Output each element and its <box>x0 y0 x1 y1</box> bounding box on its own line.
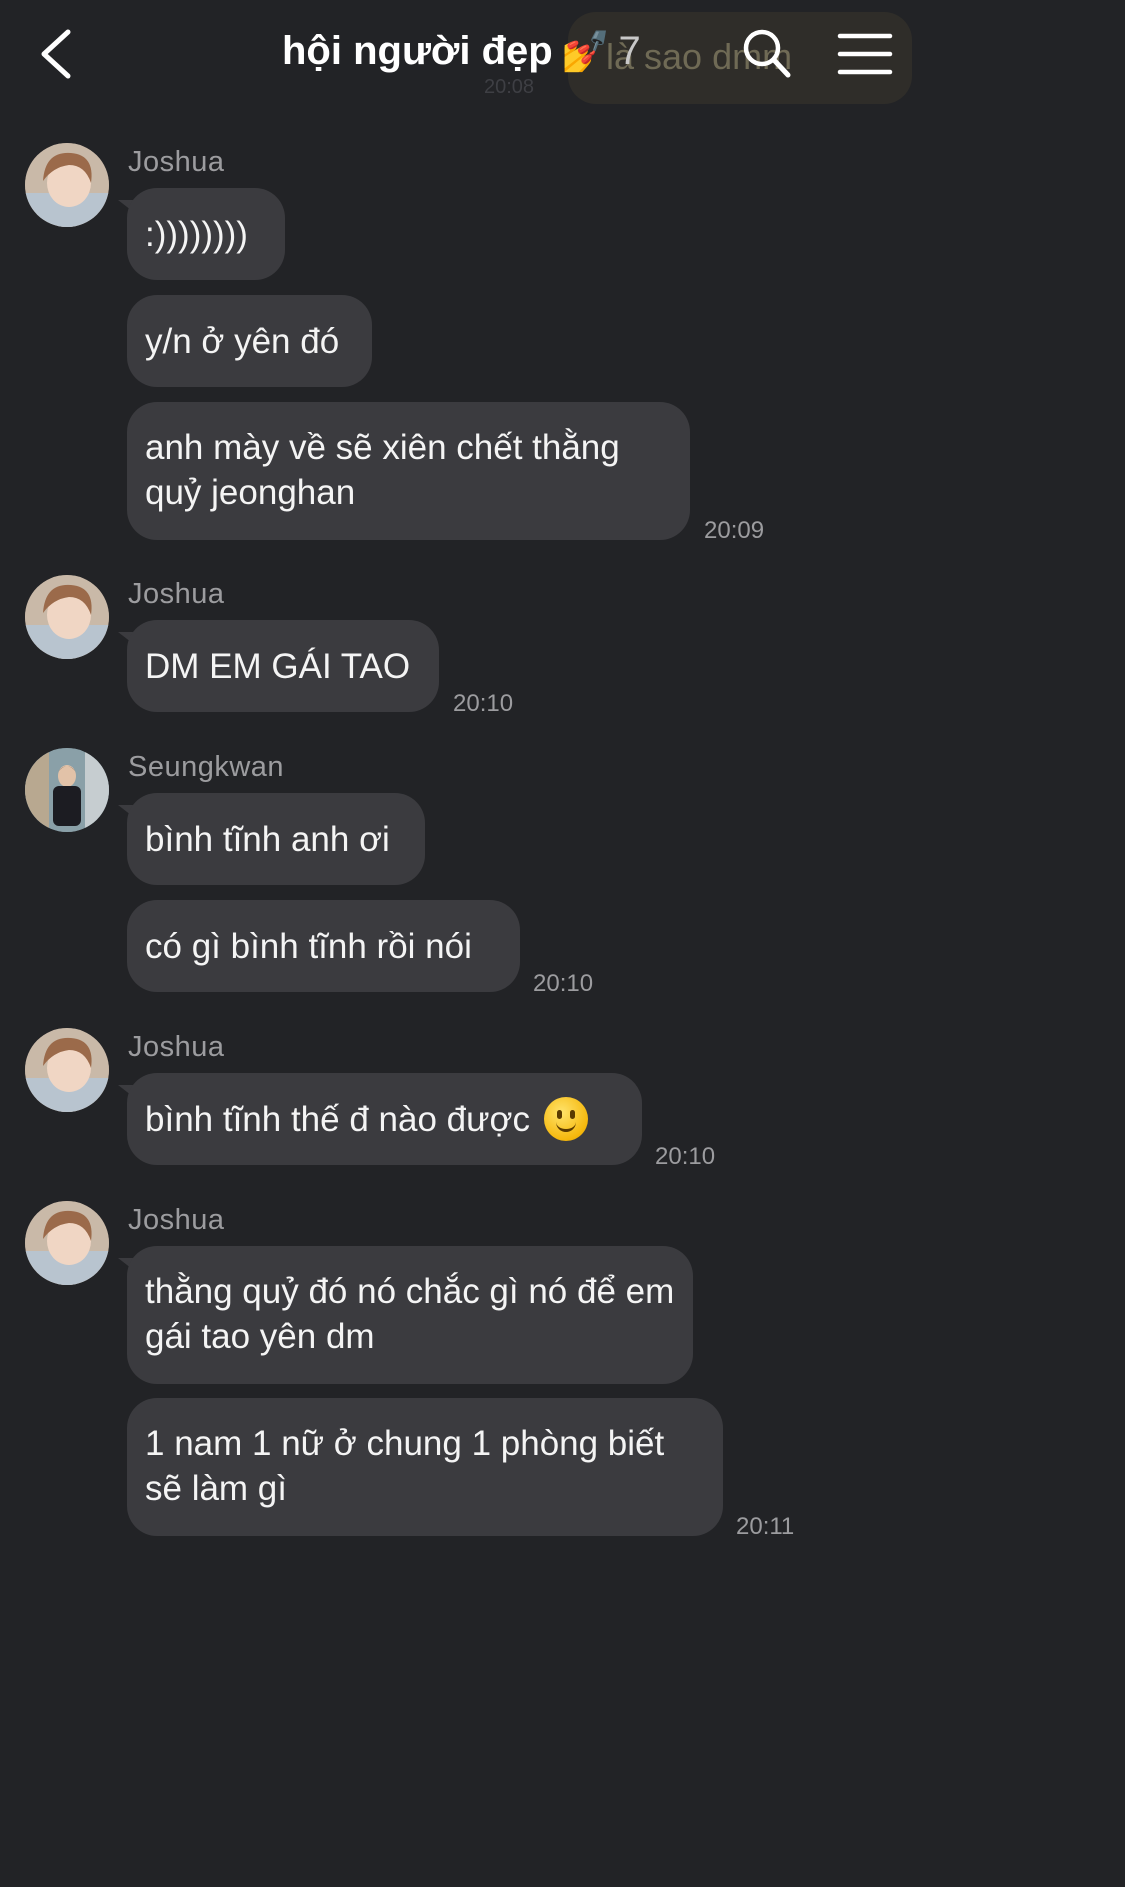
sender-name: Seungkwan <box>128 751 285 783</box>
search-icon <box>743 29 791 78</box>
message-time: 20:10 <box>655 1143 716 1170</box>
sender-name: Joshua <box>128 1031 225 1063</box>
menu-button[interactable] <box>834 26 896 82</box>
avatar[interactable] <box>25 1201 109 1285</box>
message-time: 20:10 <box>453 690 514 717</box>
message-bubble[interactable]: bình tĩnh thế đ nào được <box>127 1073 642 1165</box>
search-button[interactable] <box>738 24 796 84</box>
avatar[interactable] <box>25 1028 109 1112</box>
message-time: 20:11 <box>736 1513 795 1540</box>
message-bubble[interactable]: thằng quỷ đó nó chắc gì nó để em gái tao… <box>127 1246 693 1384</box>
message-bubble[interactable]: có gì bình tĩnh rồi nói <box>127 900 520 992</box>
member-count: 7 <box>618 29 641 73</box>
chevron-left-icon <box>41 29 71 79</box>
message-bubble[interactable]: 1 nam 1 nữ ở chung 1 phòng biết sẽ làm g… <box>127 1398 723 1536</box>
chat-title: hội người đẹp <box>282 29 553 73</box>
avatar[interactable] <box>25 748 109 832</box>
chat-title-group[interactable]: hội người đẹp 💅 7 <box>282 28 641 88</box>
message-bubble[interactable]: anh mày về sẽ xiên chết thằng quỷ jeongh… <box>127 402 690 540</box>
back-button[interactable] <box>30 22 90 86</box>
message-bubble[interactable]: y/n ở yên đó <box>127 295 372 387</box>
message-time: 20:10 <box>533 970 594 997</box>
sender-name: Joshua <box>128 578 225 610</box>
message-bubble[interactable]: DM EM GÁI TAO <box>127 620 439 712</box>
nail-polish-emoji: 💅 <box>560 30 611 74</box>
message-bubble[interactable]: bình tĩnh anh ơi <box>127 793 425 885</box>
sender-name: Joshua <box>128 1204 225 1236</box>
hamburger-menu-icon <box>837 33 893 75</box>
avatar[interactable] <box>25 143 109 227</box>
message-text: bình tĩnh thế đ nào được <box>145 1099 530 1139</box>
message-bubble[interactable]: :)))))))) <box>127 188 285 280</box>
sender-name: Joshua <box>128 146 225 178</box>
chat-header: là sao dmm 20:08 hội người đẹp 💅 7 <box>0 0 935 110</box>
avatar[interactable] <box>25 575 109 659</box>
message-time: 20:09 <box>704 517 765 544</box>
slightly-smiling-face-icon <box>543 1097 588 1141</box>
